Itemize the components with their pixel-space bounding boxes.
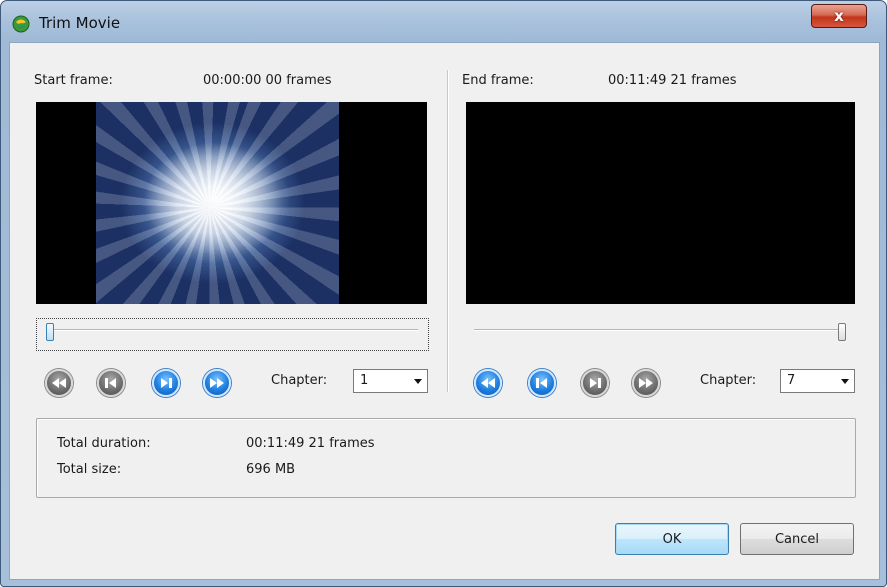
start-previous-frame-button[interactable] (97, 369, 125, 397)
end-slider-thumb[interactable] (838, 323, 846, 341)
skip-back-icon (481, 378, 495, 388)
cancel-button[interactable]: Cancel (740, 523, 854, 555)
start-frame-image (96, 102, 339, 304)
step-back-icon (536, 378, 547, 388)
start-slider-track[interactable] (46, 329, 418, 331)
total-size-value: 696 MB (246, 462, 296, 477)
total-duration-value: 00:11:49 21 frames (246, 436, 375, 451)
start-slider-focus (36, 318, 429, 351)
app-icon (12, 15, 30, 33)
end-slider-track[interactable] (474, 329, 846, 331)
summary-box: Total duration: 00:11:49 21 frames Total… (36, 418, 856, 498)
end-previous-chapter-button[interactable] (474, 369, 502, 397)
start-chapter-select[interactable]: 1 (353, 369, 428, 393)
end-frame-time: 00:11:49 21 frames (608, 73, 737, 88)
skip-back-icon (52, 378, 66, 388)
end-frame-label: End frame: (462, 73, 534, 88)
end-next-chapter-button[interactable] (632, 369, 660, 397)
end-chapter-label: Chapter: (700, 373, 757, 388)
end-chapter-value: 7 (787, 373, 796, 388)
step-back-icon (105, 378, 116, 388)
title-bar[interactable]: Trim Movie x (1, 1, 886, 41)
step-forward-icon (161, 378, 172, 388)
trim-movie-window: Trim Movie x Start frame: 00:00:00 00 fr… (0, 0, 887, 587)
total-size-label: Total size: (57, 462, 122, 477)
window-title: Trim Movie (39, 14, 121, 32)
chevron-down-icon (841, 379, 849, 384)
start-frame-preview (36, 102, 427, 304)
end-next-frame-button[interactable] (581, 369, 609, 397)
start-frame-label: Start frame: (34, 73, 113, 88)
panel-divider (447, 70, 448, 392)
start-chapter-value: 1 (360, 373, 369, 388)
start-chapter-label: Chapter: (271, 373, 328, 388)
start-previous-chapter-button[interactable] (45, 369, 73, 397)
end-chapter-select[interactable]: 7 (780, 369, 855, 393)
total-duration-label: Total duration: (57, 436, 151, 451)
dialog-client-area: Start frame: 00:00:00 00 frames Chapter:… (9, 42, 880, 580)
close-icon: x (834, 6, 844, 25)
end-previous-frame-button[interactable] (528, 369, 556, 397)
skip-forward-icon (210, 378, 224, 388)
start-slider-thumb[interactable] (46, 323, 54, 341)
start-next-frame-button[interactable] (152, 369, 180, 397)
ok-button[interactable]: OK (615, 523, 729, 555)
skip-forward-icon (639, 378, 653, 388)
end-frame-preview (466, 102, 855, 304)
start-frame-time: 00:00:00 00 frames (203, 73, 332, 88)
start-next-chapter-button[interactable] (203, 369, 231, 397)
step-forward-icon (590, 378, 601, 388)
close-button[interactable]: x (811, 4, 867, 28)
chevron-down-icon (414, 379, 422, 384)
